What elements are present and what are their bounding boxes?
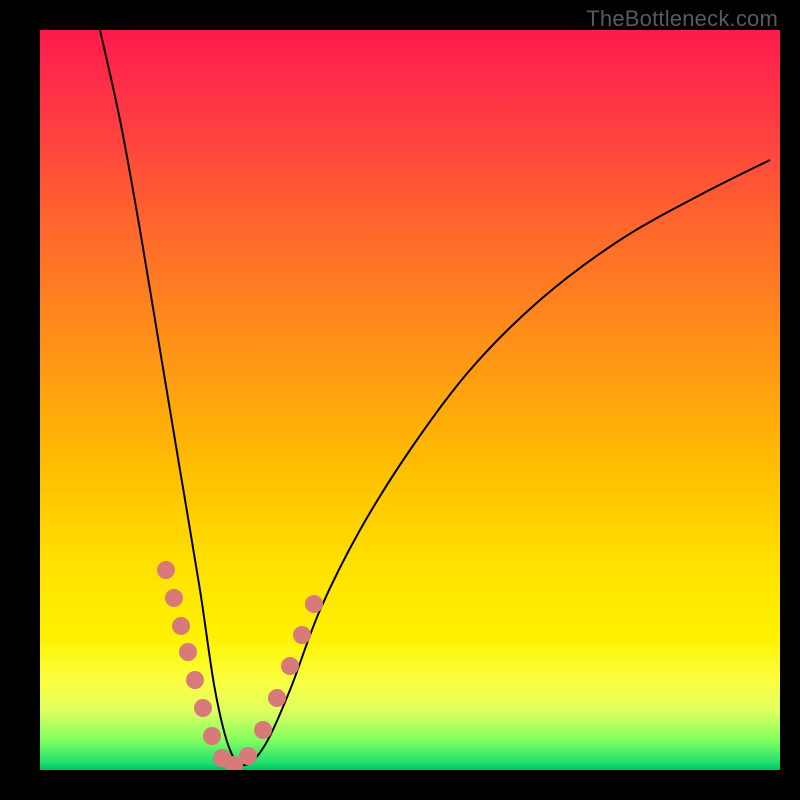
- chart-frame: TheBottleneck.com: [0, 0, 800, 800]
- attribution-text: TheBottleneck.com: [586, 6, 778, 32]
- sample-dot: [179, 643, 197, 661]
- sample-dot: [172, 617, 190, 635]
- sample-dot: [194, 699, 212, 717]
- sample-dot: [268, 689, 286, 707]
- bottleneck-curve: [100, 30, 770, 765]
- sample-dot: [239, 747, 257, 765]
- sample-dot: [186, 671, 204, 689]
- curve-svg: [40, 30, 780, 770]
- sample-dot: [293, 626, 311, 644]
- sample-dot: [281, 657, 299, 675]
- sample-dot: [165, 589, 183, 607]
- sample-dot: [305, 595, 323, 613]
- sample-dot: [157, 561, 175, 579]
- plot-area: [40, 30, 780, 770]
- sample-dot: [203, 727, 221, 745]
- sample-dots: [157, 561, 323, 770]
- sample-dot: [254, 721, 272, 739]
